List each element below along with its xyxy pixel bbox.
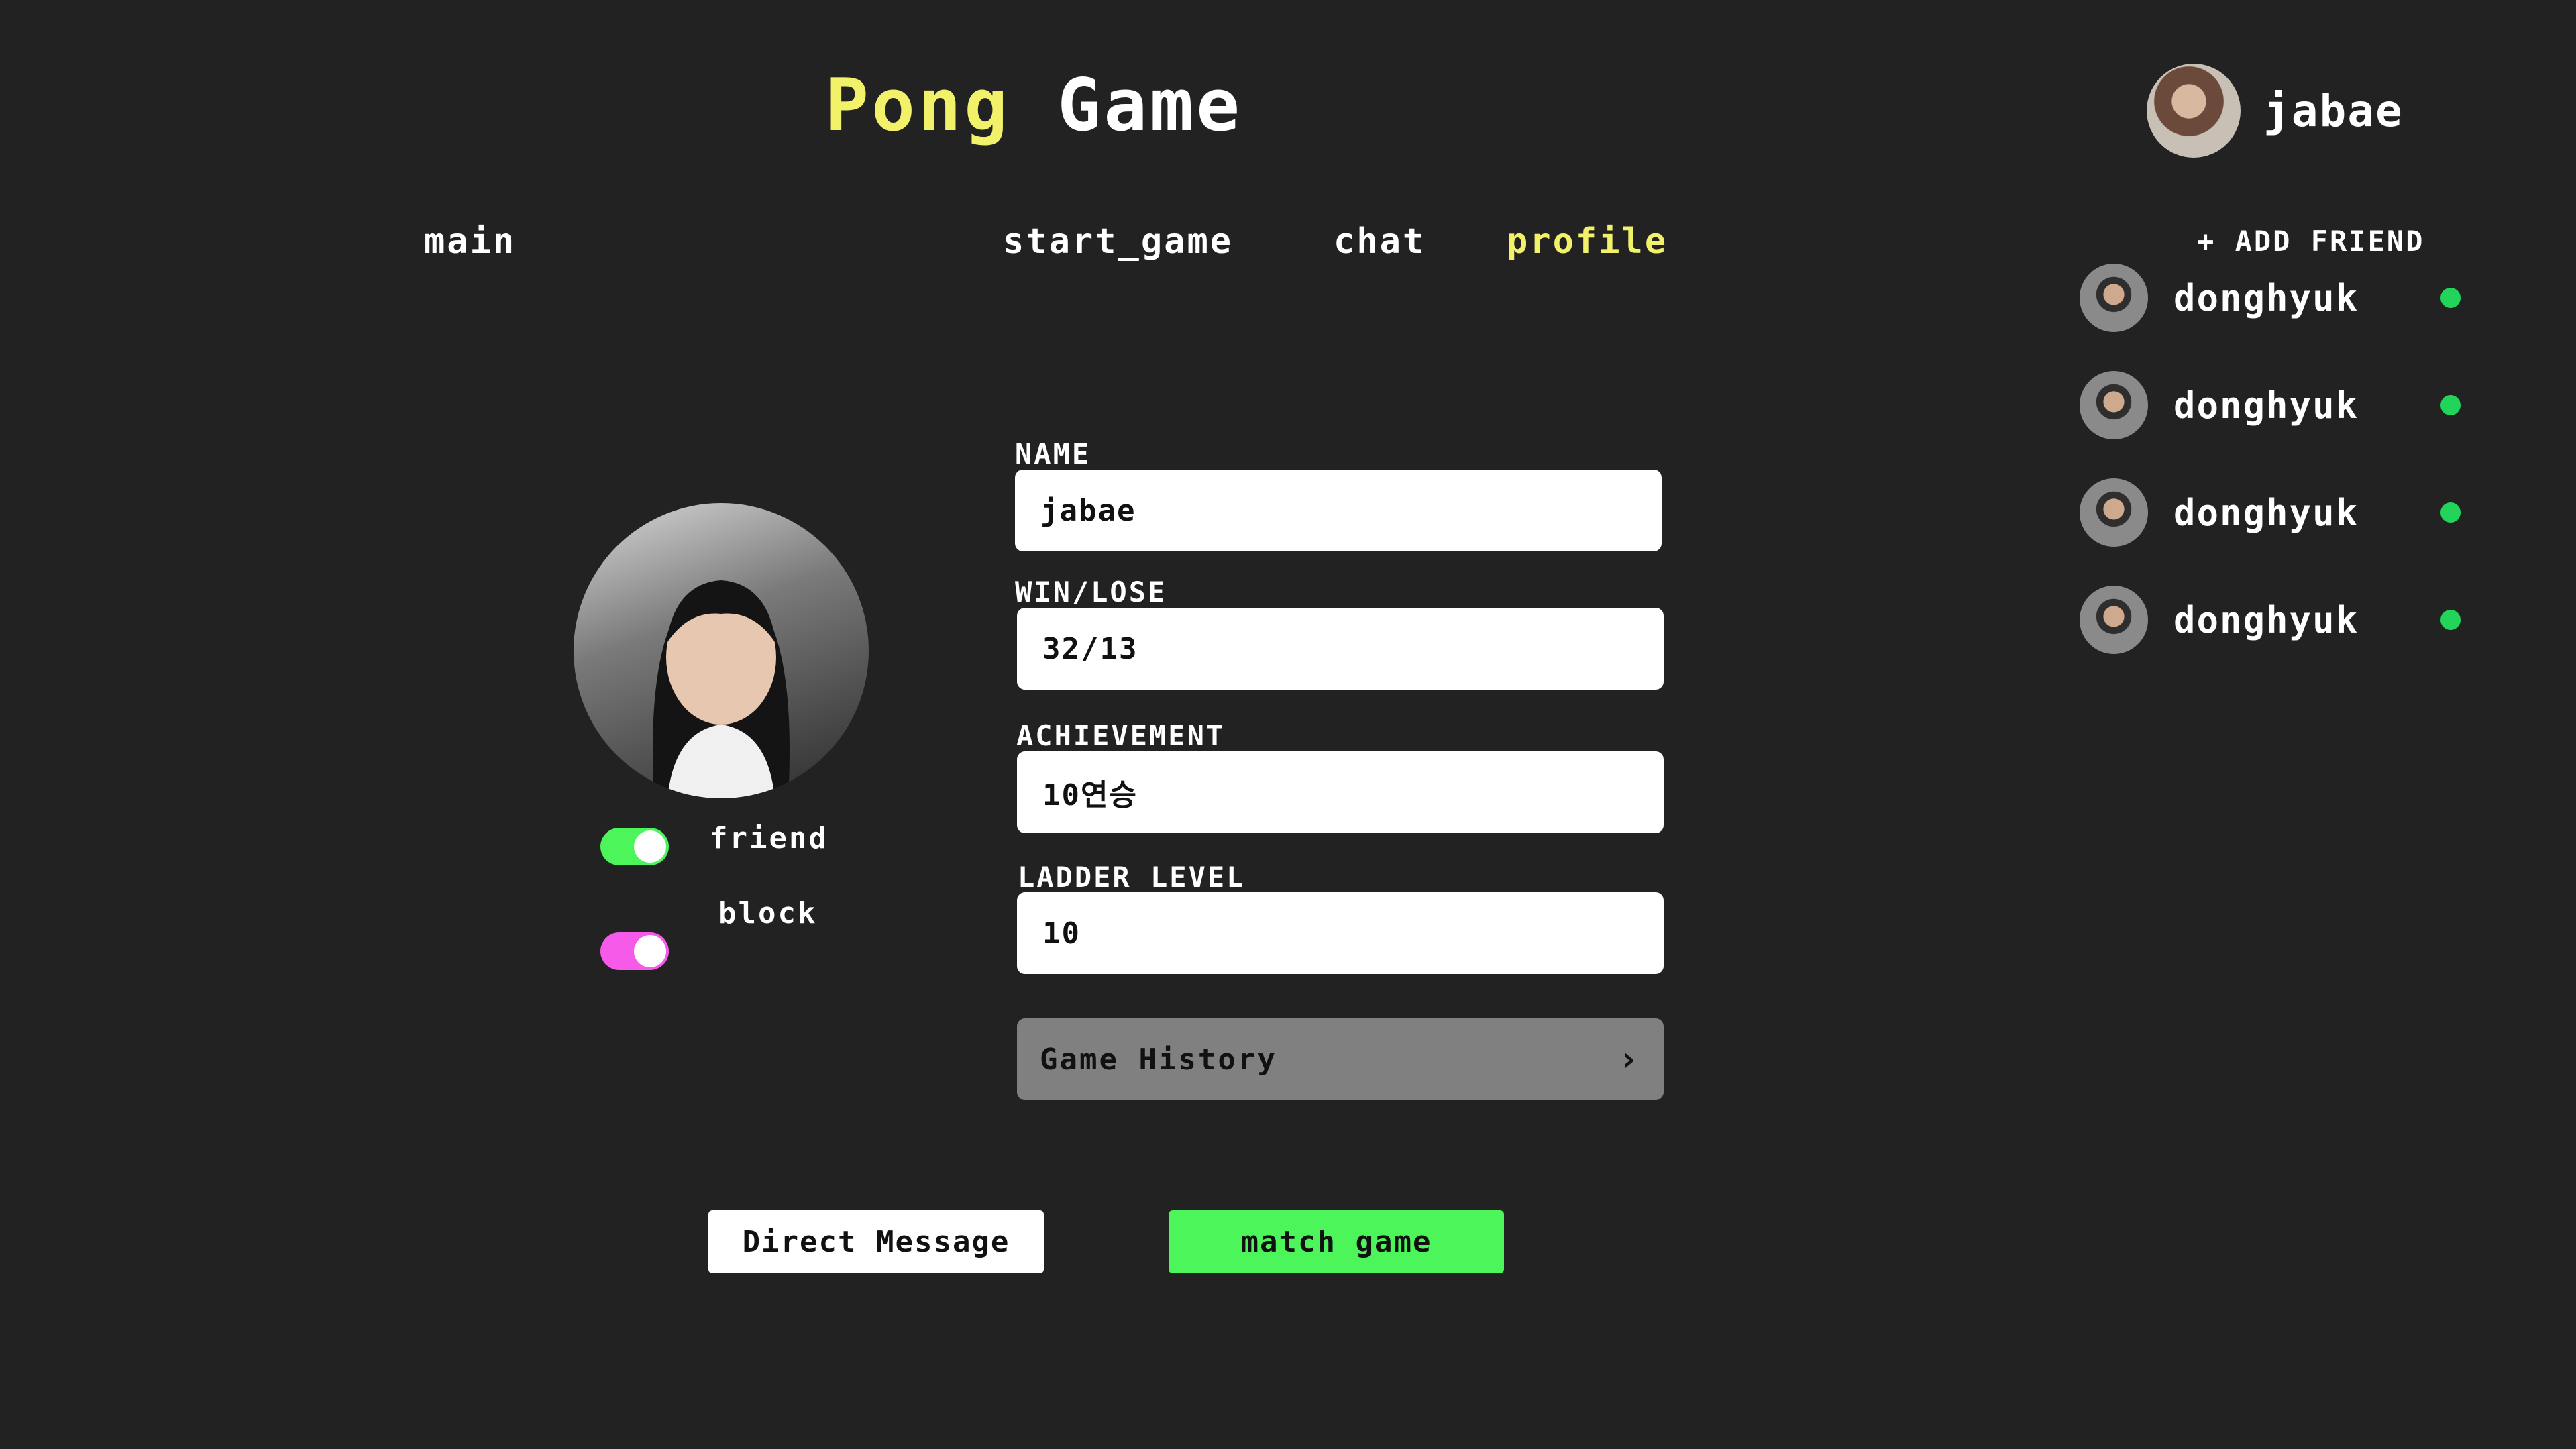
online-status-dot — [2440, 288, 2461, 308]
friend-item[interactable]: donghyuk — [2080, 478, 2469, 547]
friend-list: donghyuk donghyuk donghyuk donghyuk — [2080, 263, 2469, 692]
friend-avatar — [2080, 371, 2148, 439]
app-title-game: Game — [1057, 64, 1243, 148]
toggle-knob — [634, 935, 666, 967]
achievement-label: ACHIEVEMENT — [1016, 719, 1226, 752]
match-game-button[interactable]: match game — [1169, 1210, 1504, 1273]
online-status-dot — [2440, 502, 2461, 523]
block-toggle[interactable] — [600, 932, 669, 970]
profile-picture — [574, 503, 869, 798]
app-title-pong: Pong — [825, 64, 1011, 148]
nav-profile[interactable]: profile — [1507, 221, 1668, 262]
chevron-right-icon: › — [1617, 1039, 1641, 1079]
name-field: jabae — [1015, 470, 1662, 551]
online-status-dot — [2440, 610, 2461, 630]
friend-toggle[interactable] — [600, 828, 669, 865]
nav-start-game[interactable]: start_game — [1003, 221, 1233, 262]
friend-item[interactable]: donghyuk — [2080, 370, 2469, 440]
friend-avatar — [2080, 264, 2148, 332]
friend-avatar — [2080, 478, 2148, 547]
header-username: jabae — [2263, 85, 2404, 137]
header-user[interactable]: jabae — [2147, 64, 2404, 158]
winlose-field: 32/13 — [1017, 608, 1664, 690]
app-title: Pong Game — [825, 64, 1242, 148]
friend-name: donghyuk — [2174, 491, 2359, 534]
friend-avatar — [2080, 586, 2148, 654]
name-label: NAME — [1015, 437, 1091, 470]
nav-chat[interactable]: chat — [1334, 221, 1426, 262]
game-history-label: Game History — [1040, 1042, 1277, 1077]
friend-name: donghyuk — [2174, 276, 2359, 319]
winlose-label: WIN/LOSE — [1015, 576, 1167, 608]
friend-name: donghyuk — [2174, 598, 2359, 641]
ladder-level-field: 10 — [1017, 892, 1664, 974]
online-status-dot — [2440, 395, 2461, 415]
ladder-level-label: LADDER LEVEL — [1018, 861, 1246, 894]
add-friend-button[interactable]: + ADD FRIEND — [2197, 225, 2424, 258]
friend-toggle-label: friend — [710, 821, 828, 855]
game-history-button[interactable]: Game History › — [1017, 1018, 1664, 1100]
toggle-knob — [634, 830, 666, 863]
avatar[interactable] — [2147, 64, 2241, 158]
friend-item[interactable]: donghyuk — [2080, 585, 2469, 655]
achievement-field: 10연승 — [1017, 751, 1664, 833]
friend-name: donghyuk — [2174, 384, 2359, 427]
profile-portrait-icon — [653, 580, 790, 798]
block-toggle-label: block — [718, 896, 818, 930]
direct-message-button[interactable]: Direct Message — [708, 1210, 1044, 1273]
nav-main[interactable]: main — [424, 221, 516, 262]
friend-item[interactable]: donghyuk — [2080, 263, 2469, 333]
